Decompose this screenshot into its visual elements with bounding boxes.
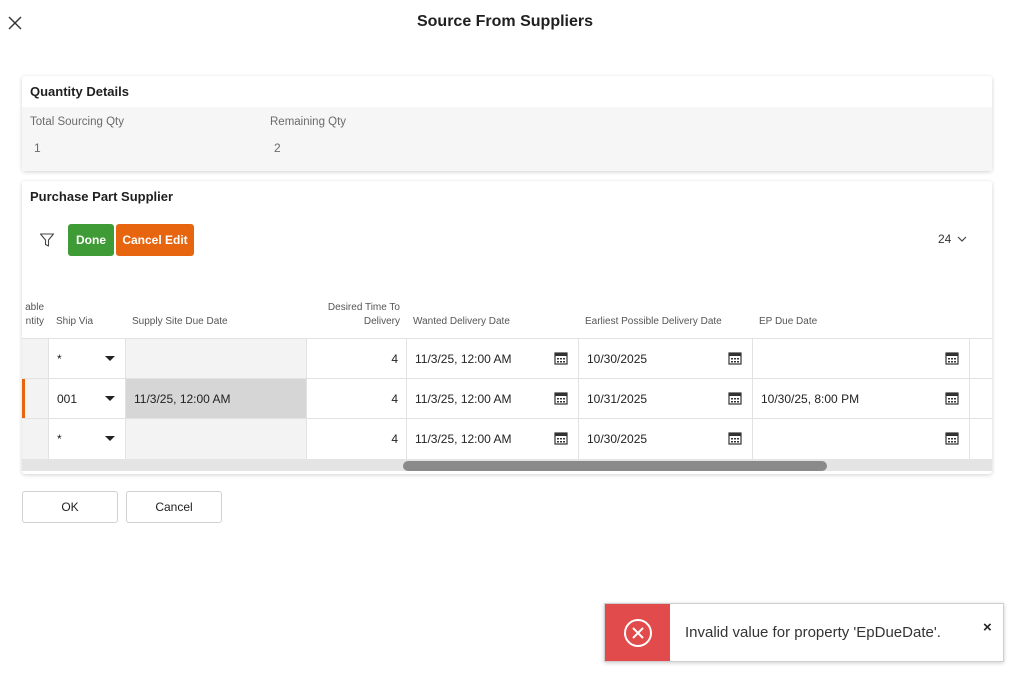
dialog-title: Source From Suppliers xyxy=(416,13,594,30)
ep-due-date-field[interactable] xyxy=(753,339,970,379)
ship-via-select[interactable]: 001 xyxy=(49,379,126,419)
filter-icon[interactable] xyxy=(39,232,55,248)
partial-cell xyxy=(22,419,49,459)
column-header-ep-due-date[interactable]: EP Due Date xyxy=(759,315,817,329)
toast-message: Invalid value for property 'EpDueDate'. xyxy=(685,624,941,641)
calendar-icon[interactable] xyxy=(945,391,959,405)
edit-row-marker xyxy=(22,379,25,419)
page-size-value: 24 xyxy=(938,232,952,246)
scrollbar-thumb[interactable] xyxy=(403,461,827,471)
column-header-supply-site-due-date[interactable]: Supply Site Due Date xyxy=(132,315,228,329)
dropdown-caret-icon xyxy=(105,396,115,401)
column-header-desired-time-to-delivery[interactable]: Desired Time To Delivery xyxy=(302,301,400,329)
wanted-delivery-date-field[interactable]: 11/3/25, 12:00 AM xyxy=(407,339,579,379)
quantity-details-body: Total Sourcing Qty 1 Remaining Qty 2 xyxy=(22,107,992,171)
table-row[interactable]: * 4 11/3/25, 12:00 AM 10/30/2025 xyxy=(22,418,992,459)
error-toast: Invalid value for property 'EpDueDate'. … xyxy=(604,603,1004,662)
toast-close-button[interactable]: × xyxy=(983,619,992,636)
remaining-qty-value: 2 xyxy=(274,141,281,155)
dropdown-caret-icon xyxy=(105,436,115,441)
column-header-partial: able ntity xyxy=(25,302,44,327)
calendar-icon[interactable] xyxy=(945,431,959,445)
calendar-icon[interactable] xyxy=(728,391,742,405)
column-header-earliest-possible-delivery-date[interactable]: Earliest Possible Delivery Date xyxy=(585,315,722,329)
desired-time-cell[interactable]: 4 xyxy=(307,419,407,459)
total-sourcing-qty-value: 1 xyxy=(34,141,41,155)
table-row[interactable]: * 4 11/3/25, 12:00 AM 10/30/2025 xyxy=(22,338,992,379)
horizontal-scrollbar[interactable] xyxy=(22,459,992,471)
calendar-icon[interactable] xyxy=(554,351,568,365)
page-size-selector[interactable]: 24 xyxy=(938,232,967,246)
ep-due-date-field[interactable]: 10/30/25, 8:00 PM xyxy=(753,379,970,419)
desired-time-cell[interactable]: 4 xyxy=(307,379,407,419)
toast-status-strip xyxy=(605,604,670,661)
purchase-part-supplier-card: Purchase Part Supplier Done Cancel Edit … xyxy=(22,181,992,474)
supply-site-due-date-cell xyxy=(126,339,307,379)
calendar-icon[interactable] xyxy=(554,391,568,405)
done-button[interactable]: Done xyxy=(68,224,114,256)
earliest-possible-delivery-date-field[interactable]: 10/30/2025 xyxy=(579,419,753,459)
supply-site-due-date-cell: 11/3/25, 12:00 AM xyxy=(126,379,307,419)
ship-via-select[interactable]: * xyxy=(49,419,126,459)
error-icon xyxy=(623,618,652,647)
chevron-down-icon xyxy=(957,236,967,242)
partial-cell xyxy=(22,379,49,419)
supplier-grid: able ntity Ship Via Supply Site Due Date… xyxy=(22,281,992,474)
column-header-ship-via[interactable]: Ship Via xyxy=(56,315,93,329)
earliest-possible-delivery-date-field[interactable]: 10/31/2025 xyxy=(579,379,753,419)
calendar-icon[interactable] xyxy=(728,351,742,365)
ship-via-select[interactable]: * xyxy=(49,339,126,379)
ep-due-date-field[interactable] xyxy=(753,419,970,459)
quantity-details-card: Quantity Details Total Sourcing Qty 1 Re… xyxy=(22,76,992,171)
remaining-qty-label: Remaining Qty xyxy=(270,116,347,128)
dropdown-caret-icon xyxy=(105,356,115,361)
ok-button[interactable]: OK xyxy=(22,491,118,523)
wanted-delivery-date-field[interactable]: 11/3/25, 12:00 AM xyxy=(407,379,579,419)
calendar-icon[interactable] xyxy=(728,431,742,445)
quantity-details-title: Quantity Details xyxy=(30,84,129,99)
calendar-icon[interactable] xyxy=(554,431,568,445)
cancel-button[interactable]: Cancel xyxy=(126,491,222,523)
purchase-part-supplier-title: Purchase Part Supplier xyxy=(30,189,174,204)
wanted-delivery-date-field[interactable]: 11/3/25, 12:00 AM xyxy=(407,419,579,459)
cancel-edit-button[interactable]: Cancel Edit xyxy=(116,224,194,256)
earliest-possible-delivery-date-field[interactable]: 10/30/2025 xyxy=(579,339,753,379)
supply-site-due-date-cell xyxy=(126,419,307,459)
partial-cell xyxy=(22,339,49,379)
calendar-icon[interactable] xyxy=(945,351,959,365)
column-header-wanted-delivery-date[interactable]: Wanted Delivery Date xyxy=(413,315,510,329)
table-row-editing[interactable]: 001 11/3/25, 12:00 AM 4 11/3/25, 12:00 A… xyxy=(22,378,992,419)
total-sourcing-qty-label: Total Sourcing Qty xyxy=(30,116,124,128)
desired-time-cell[interactable]: 4 xyxy=(307,339,407,379)
